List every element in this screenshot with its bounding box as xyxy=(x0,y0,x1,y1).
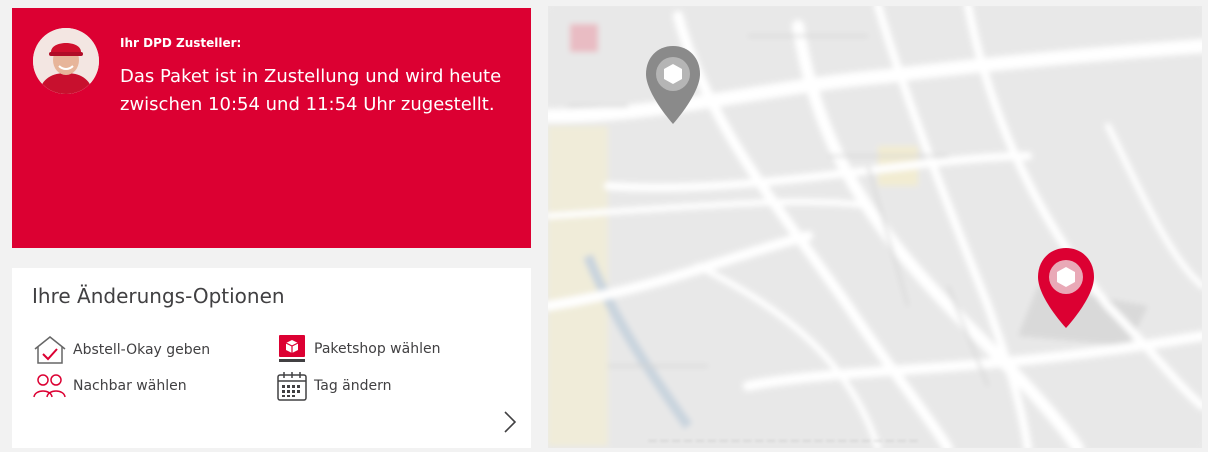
options-title: Ihre Änderungs-Optionen xyxy=(32,284,285,308)
delivery-status-message: Das Paket ist in Zustellung und wird heu… xyxy=(120,66,502,115)
delivery-location-pin-icon[interactable] xyxy=(1035,246,1097,334)
option-neighbor-label: Nachbar wählen xyxy=(73,378,187,394)
change-options-card: Ihre Änderungs-Optionen Abstell-Okay geb… xyxy=(12,268,531,448)
courier-avatar xyxy=(33,28,99,94)
map-attribution: — — — — — — — — — — — — — — — — — — — — … xyxy=(648,436,918,446)
option-parcelshop[interactable]: Paketshop wählen xyxy=(276,333,440,365)
option-drop-okay[interactable]: Abstell-Okay geben xyxy=(33,335,210,365)
neighbors-icon xyxy=(33,373,67,399)
option-neighbor[interactable]: Nachbar wählen xyxy=(33,373,187,399)
calendar-icon xyxy=(276,370,308,402)
courier-status-card: Ihr DPD Zusteller: Das Paket ist in Zust… xyxy=(12,8,531,248)
option-parcelshop-label: Paketshop wählen xyxy=(314,341,441,357)
courier-label: Ihr DPD Zusteller: xyxy=(120,36,242,50)
option-drop-okay-label: Abstell-Okay geben xyxy=(73,342,211,358)
option-change-day[interactable]: Tag ändern xyxy=(276,370,392,402)
delivery-map[interactable]: — — — — — — — — — — — — — — — — — — — — … xyxy=(548,6,1202,448)
house-check-icon xyxy=(33,335,67,365)
option-change-day-label: Tag ändern xyxy=(314,378,392,394)
parcelshop-icon xyxy=(276,333,308,365)
depot-pin-icon[interactable] xyxy=(643,44,703,130)
chevron-right-icon[interactable] xyxy=(502,410,518,438)
